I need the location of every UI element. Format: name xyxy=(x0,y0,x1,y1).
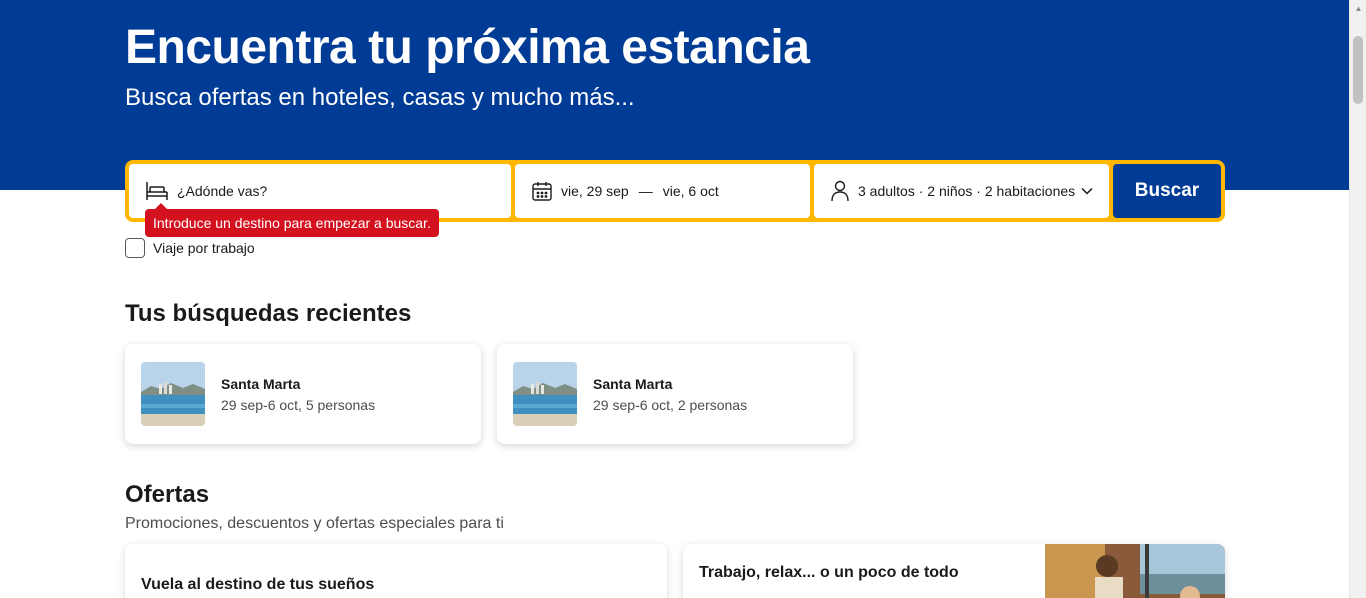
recent-search-details: 29 sep-6 oct, 2 personas xyxy=(593,397,748,413)
date-separator: — xyxy=(638,183,653,199)
offer-card-workation[interactable]: Trabajo, relax... o un poco de todo xyxy=(683,544,1225,598)
vertical-scrollbar[interactable]: ▲ xyxy=(1349,0,1366,598)
recent-searches-title: Tus búsquedas recientes xyxy=(125,300,412,327)
recent-search-destination: Santa Marta xyxy=(221,376,301,392)
person-icon xyxy=(830,180,850,202)
recent-search-card[interactable]: Santa Marta 29 sep-6 oct, 5 personas xyxy=(125,344,481,444)
offer-card-flights[interactable]: Vuela al destino de tus sueños xyxy=(125,544,667,598)
offer-card-image xyxy=(1045,544,1225,598)
work-trip-label[interactable]: Viaje por trabajo xyxy=(153,240,255,256)
recent-search-card[interactable]: Santa Marta 29 sep-6 oct, 2 personas xyxy=(497,344,853,444)
hero-title: Encuentra tu próxima estancia xyxy=(125,21,810,74)
hero-subtitle: Busca ofertas en hoteles, casas y mucho … xyxy=(125,84,635,111)
recent-search-details: 29 sep-6 oct, 5 personas xyxy=(221,397,376,413)
recent-search-destination: Santa Marta xyxy=(593,376,673,392)
destination-thumbnail xyxy=(141,362,205,426)
work-trip-checkbox[interactable] xyxy=(125,238,145,258)
checkout-date[interactable]: vie, 6 oct xyxy=(663,183,719,199)
scroll-up-arrow-icon[interactable]: ▲ xyxy=(1350,0,1366,17)
bed-icon xyxy=(145,180,169,202)
guests-summary: 3 adultos · 2 niños · 2 habitaciones xyxy=(858,183,1076,199)
calendar-icon xyxy=(531,180,553,202)
date-range-field[interactable]: vie, 29 sep — vie, 6 oct xyxy=(515,164,810,218)
search-button[interactable]: Buscar xyxy=(1113,164,1221,218)
destination-thumbnail xyxy=(513,362,577,426)
work-trip-option[interactable]: Viaje por trabajo xyxy=(125,238,255,258)
destination-error-tooltip: Introduce un destino para empezar a busc… xyxy=(145,209,439,237)
checkin-date[interactable]: vie, 29 sep xyxy=(561,183,629,199)
guests-field[interactable]: 3 adultos · 2 niños · 2 habitaciones xyxy=(814,164,1109,218)
offers-subtitle: Promociones, descuentos y ofertas especi… xyxy=(125,515,504,532)
offer-card-title: Trabajo, relax... o un poco de todo xyxy=(699,564,959,581)
chevron-down-icon xyxy=(1081,187,1093,195)
offer-card-title: Vuela al destino de tus sueños xyxy=(141,576,375,593)
offers-title: Ofertas xyxy=(125,481,210,508)
destination-placeholder: ¿Adónde vas? xyxy=(177,183,268,199)
scrollbar-thumb[interactable] xyxy=(1353,36,1363,104)
